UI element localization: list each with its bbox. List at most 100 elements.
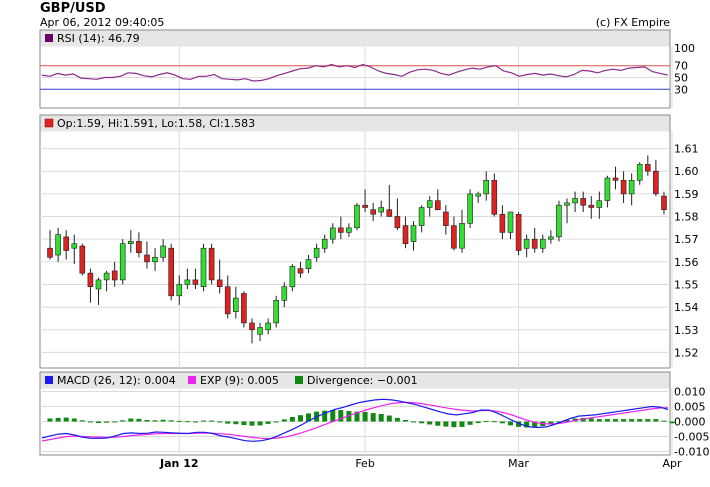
candle-body	[71, 243, 78, 249]
divergence-bar	[249, 421, 255, 426]
candle-body	[556, 204, 562, 238]
candle-body	[434, 200, 441, 211]
candle-body	[523, 238, 530, 249]
price-tick-label: 1.58	[674, 211, 699, 224]
candle-body	[475, 193, 482, 197]
candle-body	[548, 236, 554, 240]
divergence-bar	[621, 419, 627, 422]
candle-body	[265, 322, 271, 331]
divergence-bar	[483, 420, 489, 422]
candle-body	[87, 272, 94, 288]
candle-body	[257, 327, 263, 335]
divergence-bar	[289, 417, 295, 422]
rsi-legend-text: RSI (14): 46.79	[57, 32, 140, 45]
divergence-bar	[71, 418, 77, 422]
candle-body	[281, 286, 288, 301]
candle-body	[451, 225, 457, 249]
candle-body	[515, 214, 522, 251]
candle-body	[604, 177, 611, 201]
divergence-bar	[136, 418, 142, 422]
rsi-tick-label: 30	[674, 83, 688, 96]
divergence-bar	[403, 420, 408, 422]
candle-body	[394, 216, 401, 229]
candle-body	[337, 227, 344, 233]
candle-body	[370, 209, 377, 215]
price-legend-text: Op:1.59, Hi:1.591, Lo:1.58, Cl:1.583	[57, 117, 255, 130]
candle-body	[362, 204, 368, 208]
price-tick-label: 1.61	[674, 143, 699, 156]
divergence-bar	[144, 420, 150, 422]
candle-body	[289, 266, 296, 288]
candle-body	[233, 297, 239, 313]
candle-body	[55, 234, 61, 256]
divergence-bar	[120, 420, 126, 422]
candle-body	[596, 200, 603, 208]
candle-body	[176, 284, 183, 297]
candle-body	[305, 259, 312, 270]
divergence-bar	[79, 420, 85, 422]
candle-body	[321, 238, 328, 249]
candle-body	[128, 241, 134, 244]
candle-body	[426, 200, 433, 208]
candle-body	[208, 247, 215, 281]
divergence-bar	[265, 421, 271, 424]
candle-body	[467, 193, 473, 224]
divergence-bar	[459, 421, 465, 427]
divergence-bar	[443, 421, 449, 427]
macd-tick-label: 0.005	[674, 401, 706, 414]
macd-tick-label: 0.010	[674, 386, 706, 399]
divergence-bar	[588, 418, 594, 422]
candle-body	[200, 247, 207, 287]
divergence-bar	[669, 421, 675, 424]
divergence-bar	[184, 421, 190, 423]
x-axis-label: Jan 12	[159, 457, 198, 470]
divergence-bar	[499, 421, 505, 424]
divergence-bar	[241, 421, 247, 426]
price-tick-label: 1.57	[674, 233, 699, 246]
rsi-legend-swatch	[45, 34, 53, 42]
divergence-bar	[427, 421, 433, 425]
divergence-bar	[281, 419, 287, 422]
divergence-bar	[604, 419, 610, 422]
divergence-bar	[55, 417, 61, 422]
divergence-bar	[217, 421, 223, 423]
price-tick-label: 1.54	[674, 301, 699, 314]
divergence-bar	[508, 421, 513, 426]
price-tick-label: 1.59	[674, 188, 699, 201]
candle-body	[160, 245, 166, 258]
candle-body	[491, 180, 498, 215]
candle-body	[661, 195, 667, 211]
candle-body	[119, 243, 126, 281]
candle-body	[636, 164, 643, 181]
divergence-bar	[613, 419, 618, 422]
divergence-bar	[378, 414, 384, 422]
divergence-bar	[394, 417, 400, 422]
candle-body	[628, 180, 635, 195]
candle-body	[136, 241, 142, 253]
rsi-tick-label: 100	[674, 42, 695, 55]
price-tick-label: 1.56	[674, 256, 699, 269]
divergence-bar	[209, 420, 215, 422]
candle-body	[184, 279, 191, 285]
divergence-bar	[201, 420, 206, 422]
candle-body	[79, 245, 86, 274]
macd-tick-label: 0.000	[674, 416, 706, 429]
divergence-bar	[411, 421, 416, 423]
divergence-bar	[362, 411, 368, 422]
divergence-bar	[298, 415, 303, 422]
candle-body	[111, 270, 118, 281]
candle-body	[564, 202, 570, 206]
candle-body	[144, 254, 150, 263]
candle-body	[539, 238, 546, 249]
x-axis-label: Mar	[508, 457, 529, 470]
divergence-bar	[128, 418, 134, 422]
macd-legend-text: EXP (9): 0.005	[200, 374, 279, 387]
divergence-bar	[645, 419, 651, 422]
candle-body	[499, 214, 506, 233]
chart-canvas: RSI (14): 46.79100705030Op:1.59, Hi:1.59…	[39, 29, 709, 470]
price-tick-label: 1.60	[674, 165, 699, 178]
candle-body	[329, 227, 336, 240]
candle-body	[216, 279, 223, 287]
divergence-bar	[653, 419, 659, 422]
divergence-bar	[192, 421, 198, 423]
